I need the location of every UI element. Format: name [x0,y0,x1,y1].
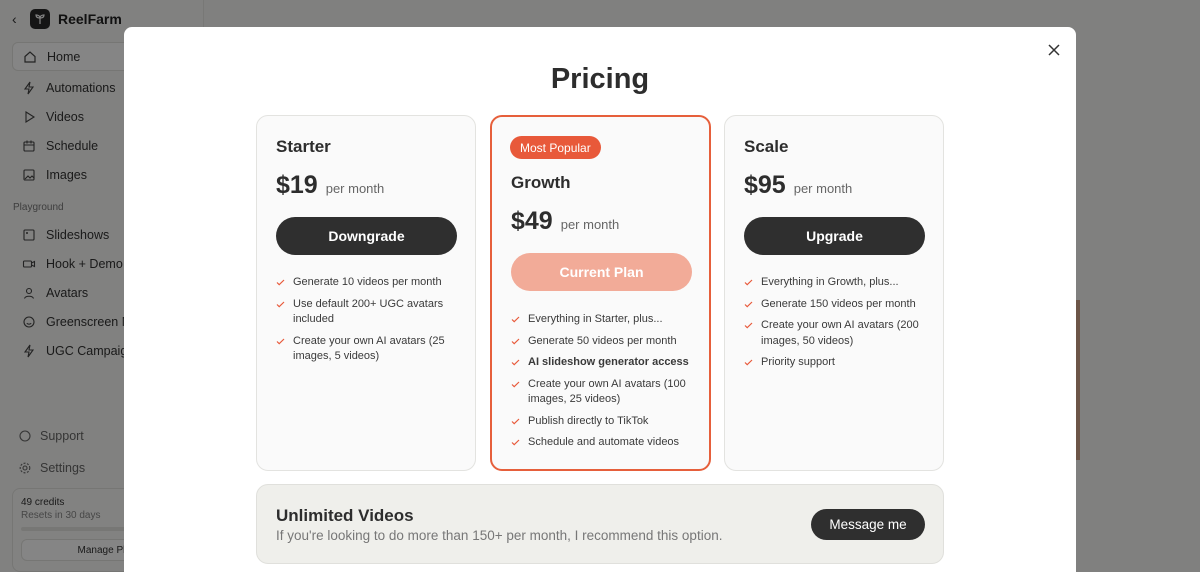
downgrade-button[interactable]: Downgrade [276,217,457,255]
unlimited-title: Unlimited Videos [276,506,414,525]
feature-text: Create your own AI avatars (100 images, … [528,377,686,406]
plan-price: $95 per month [744,171,852,200]
feature-item: Use default 200+ UGC avatars included [276,297,466,328]
check-icon [511,377,521,392]
check-icon [744,275,754,290]
message-me-button[interactable]: Message me [811,509,925,540]
feature-text: Everything in Growth, plus... [761,276,899,288]
plan-card-growth: Most Popular Growth $49 per month Curren… [490,115,711,471]
feature-text: Schedule and automate videos [528,436,680,448]
plan-name: Growth [511,173,571,192]
most-popular-badge: Most Popular [510,136,601,159]
feature-text: Use default 200+ UGC avatars included [293,297,444,326]
feature-item: Generate 10 videos per month [276,275,466,291]
feature-text: Priority support [761,356,835,368]
plan-price: $49 per month [511,207,619,236]
unlimited-videos-banner: Unlimited Videos If you're looking to do… [256,484,944,564]
feature-text: Create your own AI avatars (200 images, … [761,319,919,347]
feature-list: Generate 10 videos per month Use default… [276,275,466,371]
feature-list: Everything in Growth, plus... Generate 1… [744,275,934,377]
feature-item: Generate 50 videos per month [511,334,701,350]
check-icon [744,355,754,370]
close-button[interactable] [1044,40,1064,60]
check-icon [511,355,521,370]
check-icon [511,334,521,349]
feature-list: Everything in Starter, plus... Generate … [511,312,701,457]
price-period: per month [560,217,620,232]
feature-text: Generate 150 videos per month [761,297,916,310]
feature-item: Priority support [744,355,934,371]
price-amount: $19 [276,171,318,199]
plan-name: Starter [276,137,331,156]
feature-item: Everything in Growth, plus... [744,275,934,291]
feature-text: Everything in Starter, plus... [528,313,663,325]
feature-text: Generate 50 videos per month [528,334,677,347]
feature-item: Publish directly to TikTok [511,414,701,430]
check-icon [744,297,754,312]
plan-card-scale: Scale $95 per month Upgrade Everything i… [724,115,944,471]
feature-item: Generate 150 videos per month [744,297,934,313]
check-icon [511,414,521,429]
price-period: per month [793,181,853,196]
feature-item: Everything in Starter, plus... [511,312,701,328]
feature-text: Create your own AI avatars (25 images, 5… [293,334,445,363]
pricing-modal: Pricing Starter $19 per month Downgrade … [124,27,1076,572]
feature-item: Schedule and automate videos [511,435,701,451]
price-period: per month [325,181,385,196]
check-icon [511,435,521,450]
upgrade-button[interactable]: Upgrade [744,217,925,255]
check-icon [276,275,286,290]
current-plan-button[interactable]: Current Plan [511,253,692,291]
check-icon [744,318,754,333]
unlimited-subtitle: If you're looking to do more than 150+ p… [276,528,723,543]
check-icon [511,312,521,327]
feature-item: Create your own AI avatars (25 images, 5… [276,334,466,365]
feature-item: Create your own AI avatars (100 images, … [511,377,701,408]
feature-text: Publish directly to TikTok [528,414,649,427]
plan-price: $19 per month [276,171,384,200]
close-icon [1048,44,1060,56]
feature-item: AI slideshow generator access [511,355,701,371]
modal-title: Pricing [550,63,650,95]
plan-card-starter: Starter $19 per month Downgrade Generate… [256,115,476,471]
price-amount: $95 [744,171,786,199]
feature-text: Generate 10 videos per month [293,276,442,288]
feature-text: AI slideshow generator access [528,356,689,368]
plan-name: Scale [744,137,789,156]
feature-item: Create your own AI avatars (200 images, … [744,318,934,349]
check-icon [276,334,286,349]
price-amount: $49 [511,207,553,235]
check-icon [276,297,286,312]
